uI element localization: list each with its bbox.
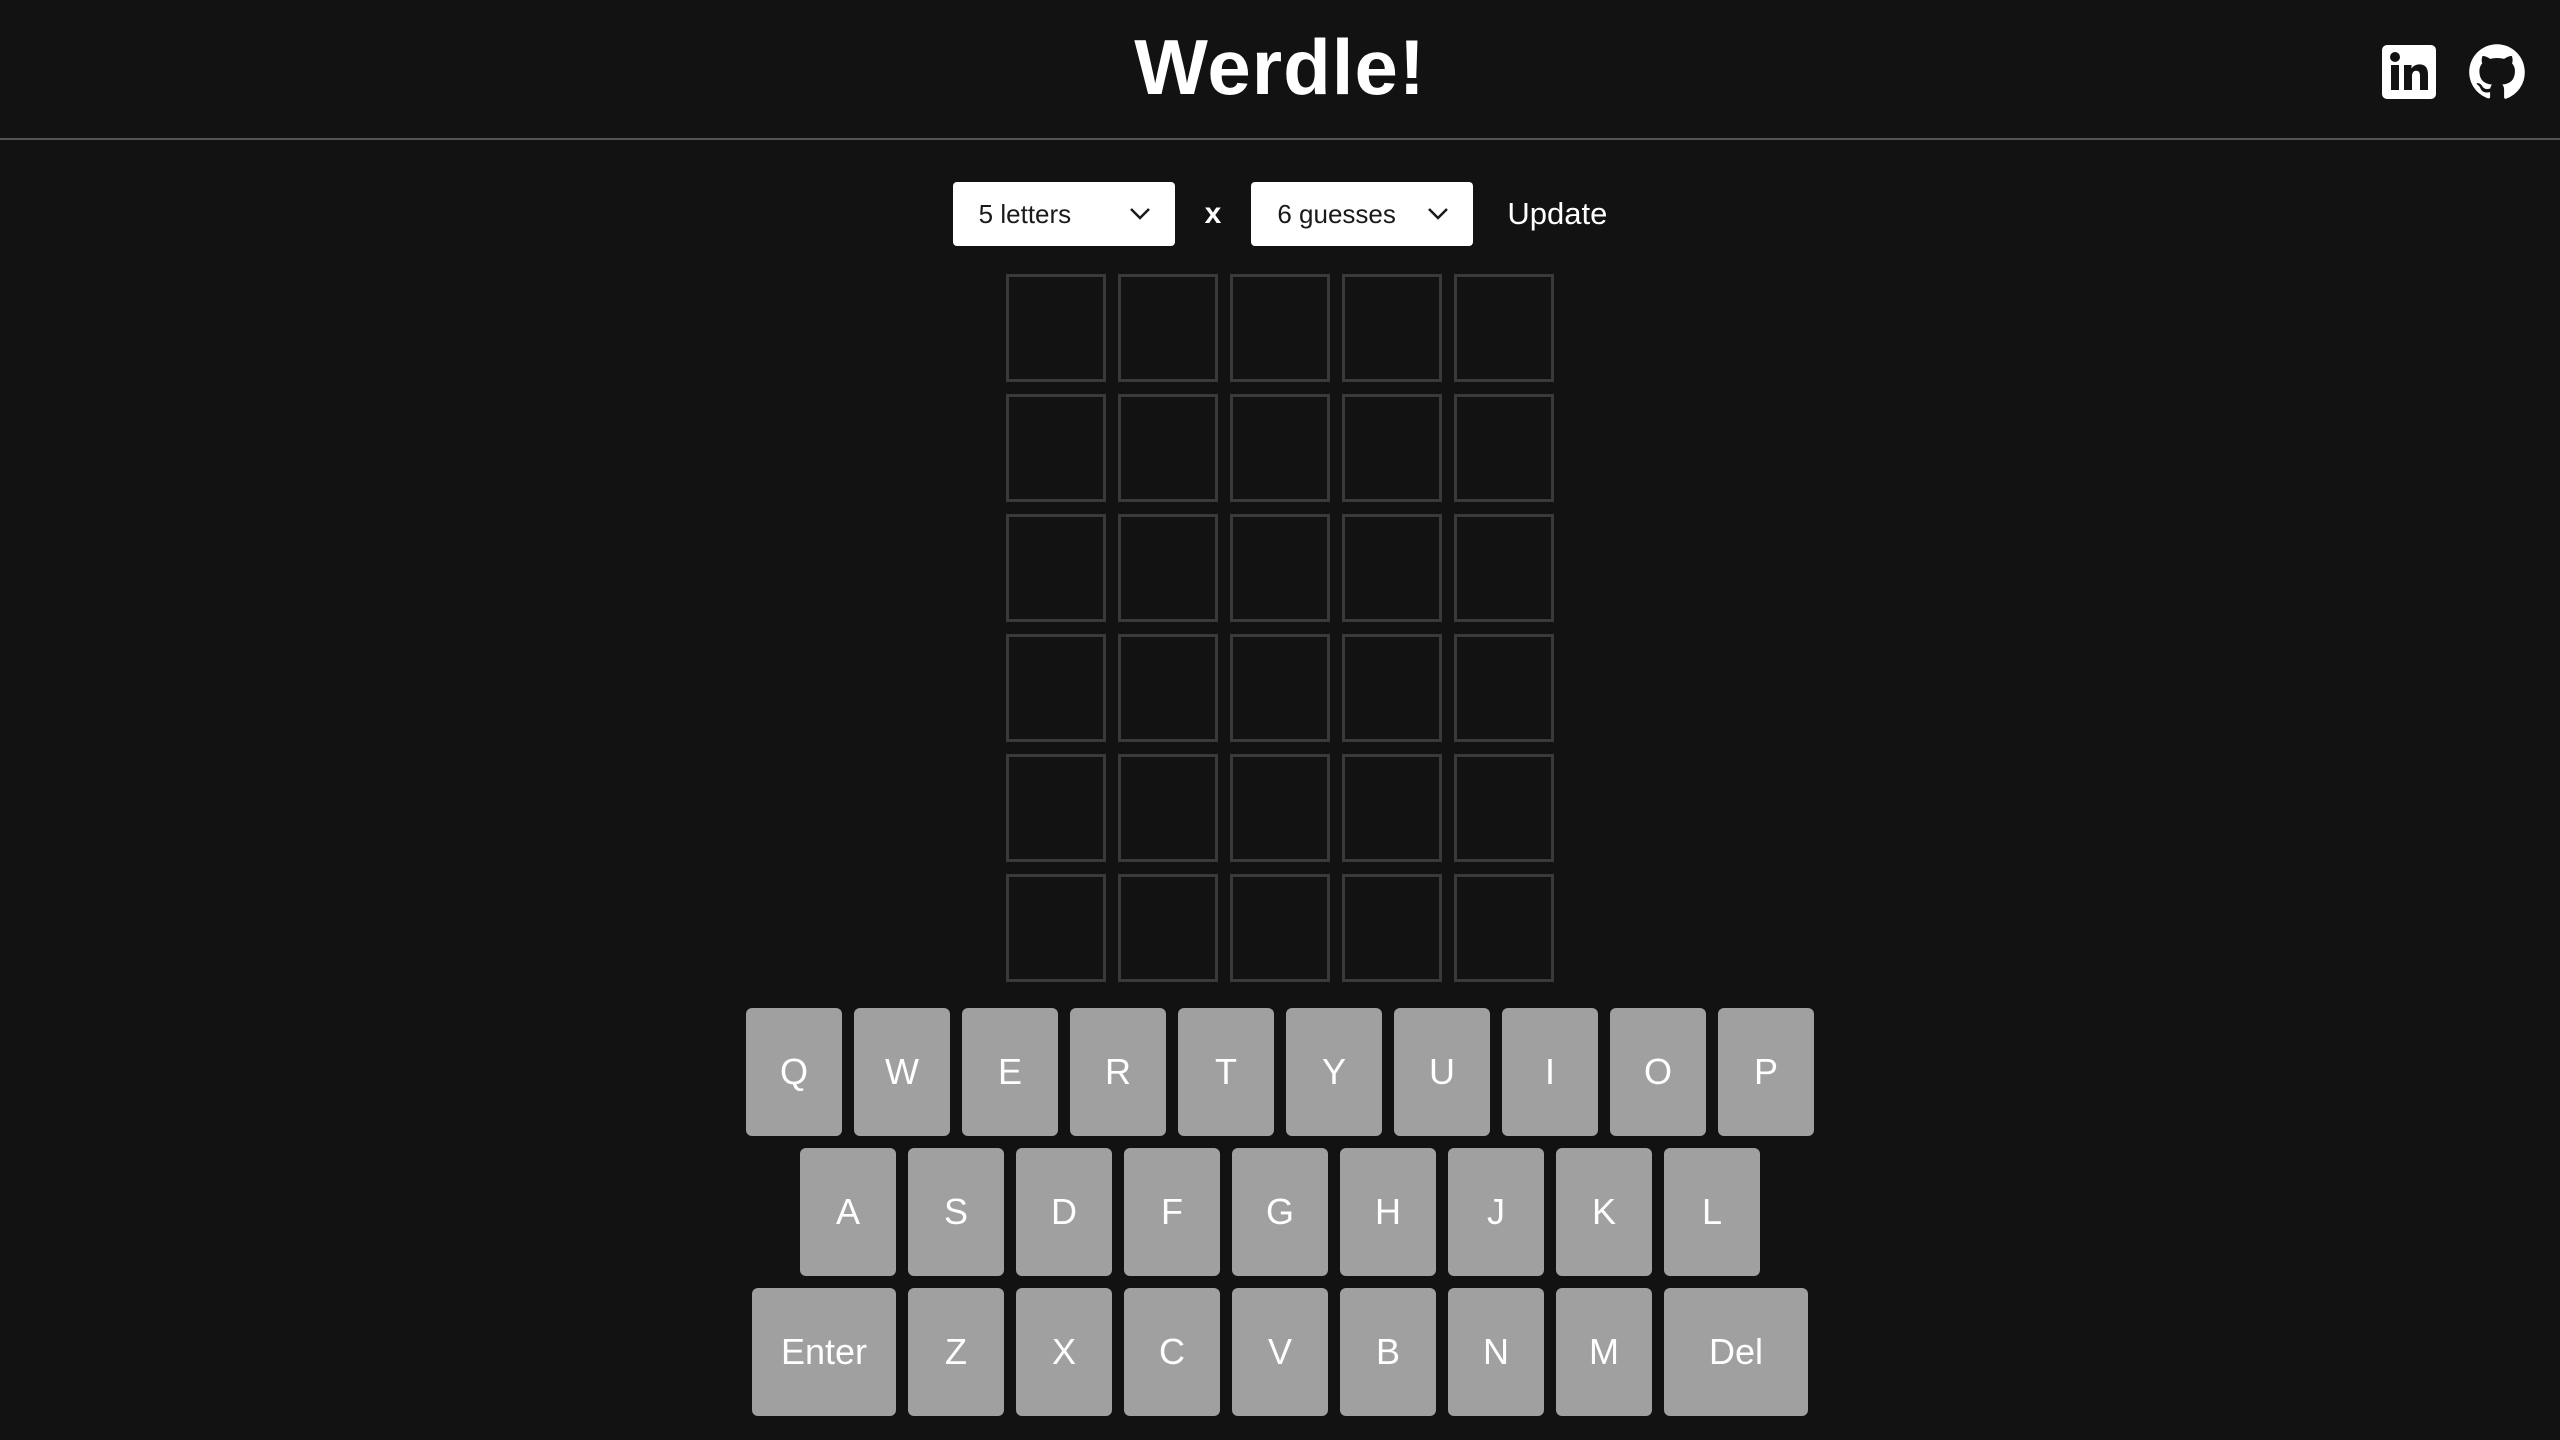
game-board bbox=[1006, 274, 1554, 982]
guesses-select-value: 6 guesses bbox=[1277, 198, 1396, 229]
chevron-down-icon bbox=[1129, 208, 1150, 220]
board-tile bbox=[1342, 754, 1442, 862]
board-tile bbox=[1342, 394, 1442, 502]
key-q[interactable]: Q bbox=[746, 1008, 842, 1136]
linkedin-icon[interactable] bbox=[2380, 43, 2438, 101]
board-tile bbox=[1118, 634, 1218, 742]
board-tile bbox=[1342, 274, 1442, 382]
board-tile bbox=[1454, 514, 1554, 622]
times-separator: x bbox=[1204, 197, 1222, 230]
key-t[interactable]: T bbox=[1178, 1008, 1274, 1136]
key-p[interactable]: P bbox=[1718, 1008, 1814, 1136]
github-icon[interactable] bbox=[2468, 43, 2526, 101]
keyboard-row-1: QWERTYUIOP bbox=[0, 1008, 2560, 1136]
board-tile bbox=[1118, 874, 1218, 982]
key-a[interactable]: A bbox=[800, 1148, 896, 1276]
key-c[interactable]: C bbox=[1124, 1288, 1220, 1416]
board-tile bbox=[1454, 634, 1554, 742]
key-enter[interactable]: Enter bbox=[752, 1288, 896, 1416]
key-m[interactable]: M bbox=[1556, 1288, 1652, 1416]
key-r[interactable]: R bbox=[1070, 1008, 1166, 1136]
key-u[interactable]: U bbox=[1394, 1008, 1490, 1136]
header: Werdle! bbox=[0, 0, 2560, 140]
board-tile bbox=[1342, 634, 1442, 742]
board-tile bbox=[1118, 274, 1218, 382]
board-tile bbox=[1006, 394, 1106, 502]
key-z[interactable]: Z bbox=[908, 1288, 1004, 1416]
key-f[interactable]: F bbox=[1124, 1148, 1220, 1276]
board-tile bbox=[1230, 274, 1330, 382]
board-tile bbox=[1118, 514, 1218, 622]
page-title: Werdle! bbox=[1134, 23, 1426, 111]
board-tile bbox=[1118, 754, 1218, 862]
key-v[interactable]: V bbox=[1232, 1288, 1328, 1416]
key-x[interactable]: X bbox=[1016, 1288, 1112, 1416]
key-k[interactable]: K bbox=[1556, 1148, 1652, 1276]
board-tile bbox=[1230, 754, 1330, 862]
key-y[interactable]: Y bbox=[1286, 1008, 1382, 1136]
board-tile bbox=[1006, 634, 1106, 742]
key-j[interactable]: J bbox=[1448, 1148, 1544, 1276]
board-tile bbox=[1342, 514, 1442, 622]
board-tile bbox=[1006, 514, 1106, 622]
board-tile bbox=[1454, 754, 1554, 862]
board-tile bbox=[1454, 394, 1554, 502]
key-o[interactable]: O bbox=[1610, 1008, 1706, 1136]
board-tile bbox=[1006, 874, 1106, 982]
key-g[interactable]: G bbox=[1232, 1148, 1328, 1276]
game-settings: 5 letters x 6 guesses Update bbox=[0, 182, 2560, 246]
guesses-select[interactable]: 6 guesses bbox=[1251, 182, 1474, 246]
board-tile bbox=[1454, 274, 1554, 382]
board-tile bbox=[1230, 874, 1330, 982]
board-tile bbox=[1454, 874, 1554, 982]
key-e[interactable]: E bbox=[962, 1008, 1058, 1136]
key-d[interactable]: D bbox=[1016, 1148, 1112, 1276]
keyboard: QWERTYUIOP ASDFGHJKL Enter Z X C V B N M Del bbox=[0, 1008, 2560, 1428]
board-tile bbox=[1230, 394, 1330, 502]
keyboard-row-2: ASDFGHJKL bbox=[0, 1148, 2560, 1276]
board-tile bbox=[1230, 514, 1330, 622]
keyboard-row-3: Enter Z X C V B N M Del bbox=[0, 1288, 2560, 1416]
letters-select-value: 5 letters bbox=[978, 198, 1072, 229]
header-icons bbox=[2380, 43, 2526, 101]
board-tile bbox=[1006, 754, 1106, 862]
update-button[interactable]: Update bbox=[1507, 196, 1607, 232]
board-tile bbox=[1118, 394, 1218, 502]
chevron-down-icon bbox=[1428, 208, 1449, 220]
key-b[interactable]: B bbox=[1340, 1288, 1436, 1416]
key-i[interactable]: I bbox=[1502, 1008, 1598, 1136]
key-n[interactable]: N bbox=[1448, 1288, 1544, 1416]
letters-select[interactable]: 5 letters bbox=[952, 182, 1175, 246]
key-del[interactable]: Del bbox=[1664, 1288, 1808, 1416]
key-l[interactable]: L bbox=[1664, 1148, 1760, 1276]
key-s[interactable]: S bbox=[908, 1148, 1004, 1276]
key-h[interactable]: H bbox=[1340, 1148, 1436, 1276]
board-tile bbox=[1230, 634, 1330, 742]
key-w[interactable]: W bbox=[854, 1008, 950, 1136]
board-tile bbox=[1006, 274, 1106, 382]
board-tile bbox=[1342, 874, 1442, 982]
